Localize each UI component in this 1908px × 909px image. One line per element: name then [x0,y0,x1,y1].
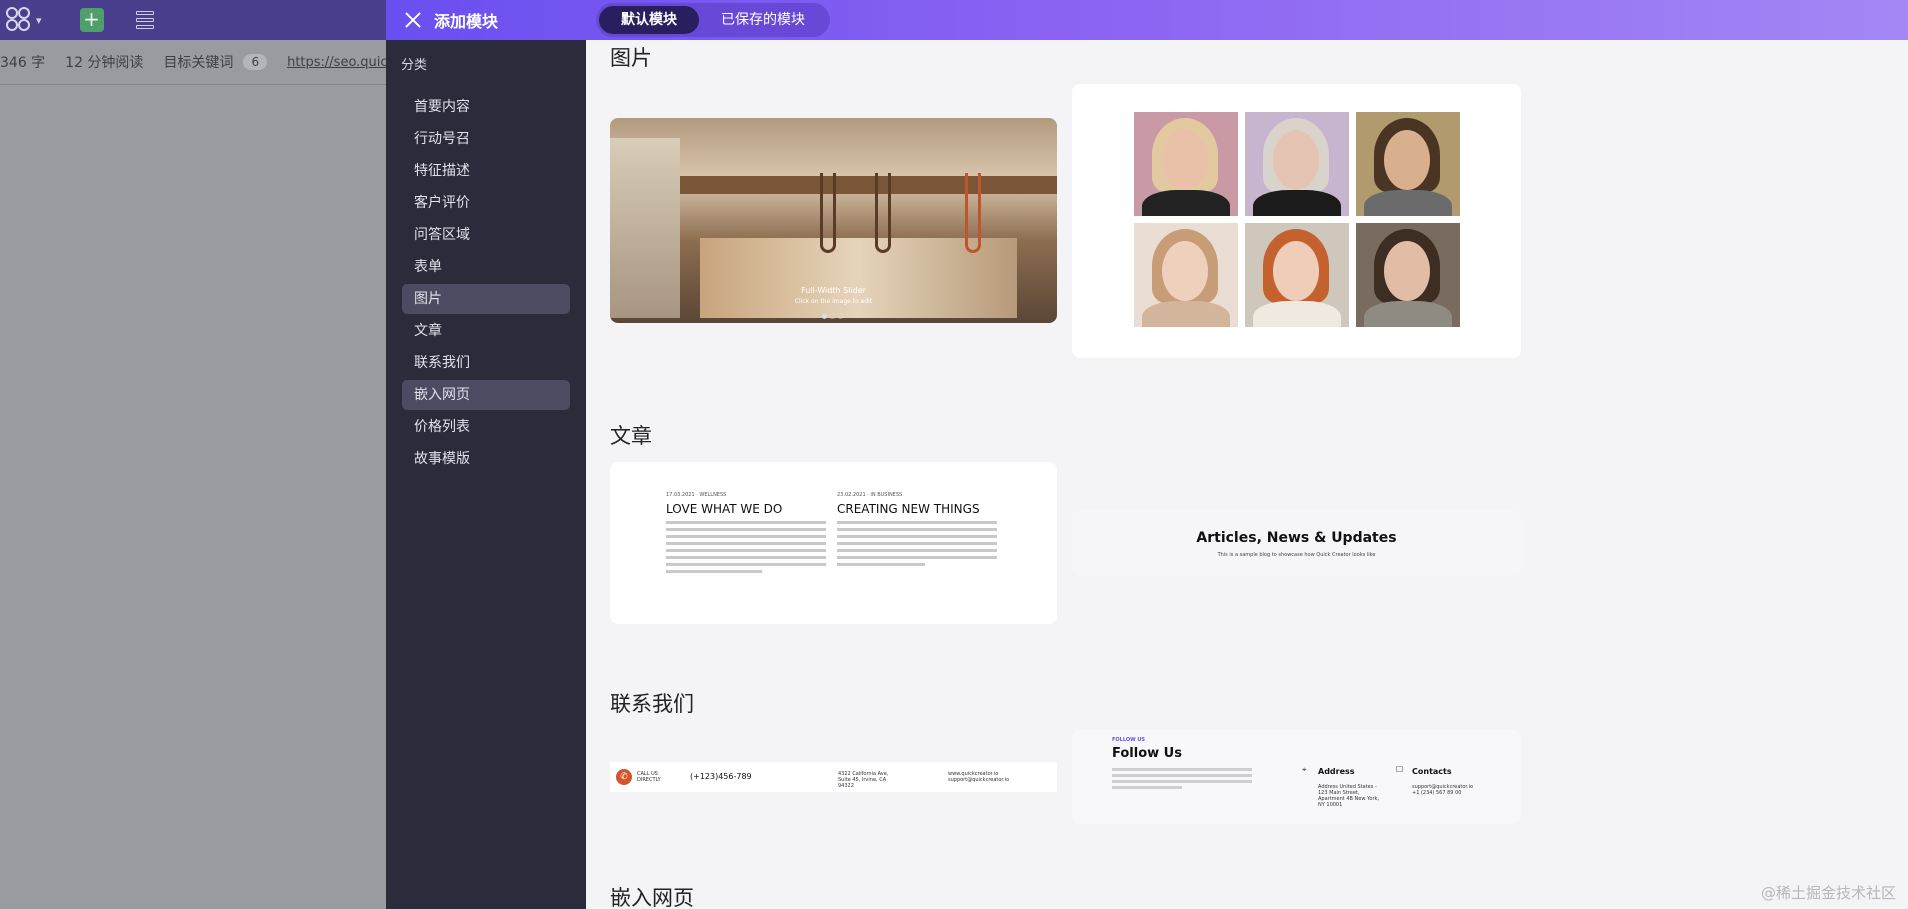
gallery-photo [1356,112,1460,216]
contacts-body: support@quickcreator.io +1 (234) 567 89 … [1412,784,1474,796]
follow-description [1112,768,1252,792]
sidebar-item-features[interactable]: 特征描述 [402,156,570,186]
gallery-grid [1134,112,1460,327]
article-headline: CREATING NEW THINGS [837,502,980,516]
contacts-heading: Contacts [1412,767,1452,776]
app-logo-icon[interactable] [6,7,32,33]
article-headline: LOVE WHAT WE DO [666,502,783,516]
sidebar-item-images[interactable]: 图片 [402,284,570,314]
read-time: 12 分钟阅读 [65,55,144,71]
gallery-photo [1245,112,1349,216]
gallery-photo [1245,223,1349,327]
article-preview: 23.02.2021 · IN BUSINESS CREATING NEW TH… [837,492,997,570]
article-meta: 17.03.2021 · WELLNESS [666,492,727,498]
contacts-icon: ☐ [1396,765,1404,774]
module-gallery: 图片 Full-Width Slider Click on the image … [586,40,1908,909]
banner-subtitle: This is a sample blog to showcase how Qu… [1217,552,1376,558]
gallery-photo [1134,223,1238,327]
tab-default-modules[interactable]: 默认模块 [599,6,700,34]
chevron-down-icon[interactable]: ▾ [36,14,42,27]
slider-caption: Full-Width Slider [801,286,866,295]
slider-image [820,173,836,253]
section-title-images: 图片 [610,46,652,70]
modal-header: 添加模块 默认模块 已保存的模块 [386,0,1908,40]
section-title-contact: 联系我们 [610,692,694,716]
sidebar-item-pricing[interactable]: 价格列表 [402,412,570,442]
call-label: CALL US DIRECTLY [637,771,661,783]
module-card-contact-strip[interactable]: ✆ CALL US DIRECTLY (+123)456-789 4322 Ca… [610,762,1057,792]
gallery-photo [1134,112,1238,216]
email-text: www.quickcreator.io support@quickcreator… [948,771,1010,783]
location-pin-icon: ⌖ [1302,765,1307,774]
phone-number: (+123)456-789 [690,772,752,781]
editor-background: ▾ + 346 字 12 分钟阅读 目标关键词 6 https://seo.qu… [0,0,415,909]
article-preview: 17.03.2021 · WELLNESS LOVE WHAT WE DO [666,492,826,577]
module-card-follow-us[interactable]: FOLLOW US Follow Us ⌖ Address Address Un… [1072,730,1521,824]
keyword-label: 目标关键词 [163,55,234,71]
sidebar-heading: 分类 [401,58,428,73]
slider-subcaption: Click on the image to edit [794,298,873,305]
editor-stats-bar: 346 字 12 分钟阅读 目标关键词 6 https://seo.quickc… [0,40,415,84]
sidebar-item-hero[interactable]: 首要内容 [402,92,570,122]
word-count: 346 字 [0,55,46,71]
follow-label: FOLLOW US [1112,737,1146,743]
address-text: 4322 California Ave, Suite 45, Irvine, C… [838,771,889,789]
sidebar-item-articles[interactable]: 文章 [402,316,570,346]
tab-saved-modules[interactable]: 已保存的模块 [699,6,827,34]
layers-icon[interactable] [135,11,154,29]
sidebar-item-testimonials[interactable]: 客户评价 [402,188,570,218]
banner-title: Articles, News & Updates [1196,530,1397,546]
section-title-articles: 文章 [610,424,652,448]
phone-icon: ✆ [616,769,632,785]
article-excerpt [837,521,997,566]
sidebar-item-forms[interactable]: 表单 [402,252,570,282]
category-sidebar: 分类 首要内容 行动号召 特征描述 客户评价 问答区域 表单 图片 文章 联系我… [386,40,586,909]
category-list: 首要内容 行动号召 特征描述 客户评价 问答区域 表单 图片 文章 联系我们 嵌… [386,92,586,474]
slider-image [875,173,891,253]
address-body: Address United States - 123 Main Street,… [1318,784,1380,808]
slider-image [965,173,981,253]
slider-dots: ●○○ [821,312,846,320]
module-card-image-gallery[interactable] [1072,84,1521,358]
editor-divider [0,84,386,85]
close-icon[interactable] [404,11,422,29]
module-card-articles-banner[interactable]: Articles, News & Updates This is a sampl… [1072,510,1521,576]
add-block-button[interactable]: + [79,8,104,32]
editor-toolbar: ▾ + [0,0,386,40]
sidebar-item-contact[interactable]: 联系我们 [402,348,570,378]
article-meta: 23.02.2021 · IN BUSINESS [837,492,903,498]
sidebar-item-faq[interactable]: 问答区域 [402,220,570,250]
section-title-embed: 嵌入网页 [610,886,694,909]
modal-title: 添加模块 [434,12,499,31]
article-excerpt [666,521,826,573]
module-tabs: 默认模块 已保存的模块 [596,3,831,37]
sidebar-item-cta[interactable]: 行动号召 [402,124,570,154]
sidebar-item-embed[interactable]: 嵌入网页 [402,380,570,410]
watermark: @稀土掘金技术社区 [1760,884,1896,902]
gallery-photo [1356,223,1460,327]
follow-title: Follow Us [1112,746,1182,761]
keyword-count-badge[interactable]: 6 [243,54,268,70]
module-card-full-width-slider[interactable]: Full-Width Slider Click on the image to … [610,118,1057,323]
module-card-article-list[interactable]: 17.03.2021 · WELLNESS LOVE WHAT WE DO 23… [610,462,1057,624]
address-heading: Address [1318,767,1355,776]
sidebar-item-story-templates[interactable]: 故事模版 [402,444,570,474]
